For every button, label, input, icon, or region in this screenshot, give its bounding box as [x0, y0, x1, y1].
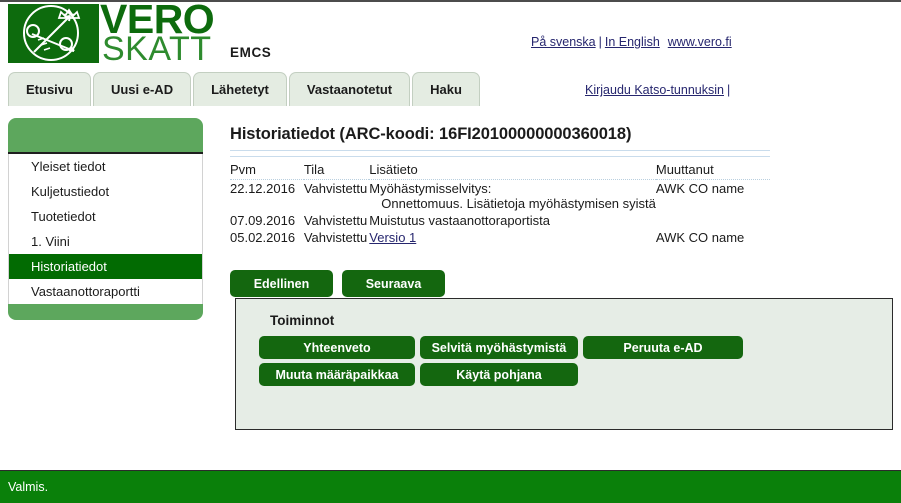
- sidebar-header-band: [8, 118, 203, 154]
- sidebar-item-yleiset-tiedot[interactable]: Yleiset tiedot: [9, 154, 202, 179]
- cell-pvm: 22.12.2016: [230, 181, 296, 196]
- column-header-lisatieto: Lisätieto: [369, 161, 656, 180]
- sidebar-item-vastaanottoraportti[interactable]: Vastaanottoraportti: [9, 279, 202, 304]
- next-button[interactable]: Seuraava: [342, 270, 445, 297]
- logo-wordmark: VERO SKATT: [100, 0, 235, 68]
- cell-tila: Vahvistettu: [303, 230, 368, 245]
- status-text: Valmis.: [8, 480, 49, 494]
- cell-muuttanut: [656, 212, 770, 229]
- kayta-pohjana-button[interactable]: Käytä pohjana: [420, 363, 578, 386]
- versio-1-link[interactable]: Versio 1: [369, 230, 416, 245]
- cell-muuttanut: AWK CO name: [655, 230, 745, 245]
- vero-fi-link[interactable]: www.vero.fi: [668, 35, 732, 49]
- column-header-muuttanut: Muuttanut: [655, 161, 770, 180]
- cell-pvm: 07.09.2016: [230, 213, 296, 228]
- main-content: Historiatiedot (ARC-koodi: 16FI201000000…: [230, 125, 895, 246]
- sidebar-footer-band: [8, 304, 203, 320]
- table-row: 05.02.2016 Vahvistettu Versio 1 AWK CO n…: [230, 229, 770, 246]
- sidebar-item-viini[interactable]: 1. Viini: [9, 229, 202, 254]
- katso-login-link[interactable]: Kirjaudu Katso-tunnuksin: [585, 83, 724, 97]
- sidebar-menu: Yleiset tiedot Kuljetustiedot Tuotetiedo…: [8, 154, 203, 304]
- sidebar-item-kuljetustiedot[interactable]: Kuljetustiedot: [9, 179, 202, 204]
- selvita-myohastymista-button[interactable]: Selvitä myöhästymistä: [420, 336, 578, 359]
- table-body: 22.12.2016 Vahvistettu Myöhästymisselvit…: [230, 180, 770, 247]
- actions-panel-title: Toiminnot: [270, 313, 335, 328]
- sidebar-item-tuotetiedot[interactable]: Tuotetiedot: [9, 204, 202, 229]
- cell-tila: Vahvistettu: [303, 181, 368, 196]
- swedish-link[interactable]: På svenska: [531, 35, 596, 49]
- table-row: 22.12.2016 Vahvistettu Myöhästymisselvit…: [230, 180, 770, 213]
- sidebar: Yleiset tiedot Kuljetustiedot Tuotetiedo…: [8, 118, 203, 320]
- emcs-page: VERO SKATT EMCS På svenska | In English www…: [0, 0, 901, 503]
- action-row-1: Yhteenveto Selvitä myöhästymistä Peruuta…: [259, 336, 748, 359]
- module-label: EMCS: [230, 45, 272, 60]
- vero-skatt-emblem: [8, 4, 99, 63]
- coat-of-arms-icon: [23, 5, 81, 61]
- tab-vastaanotetut[interactable]: Vastaanotetut: [288, 72, 411, 106]
- tab-haku[interactable]: Haku: [412, 72, 480, 106]
- action-row-2: Muuta määräpaikkaa Käytä pohjana: [259, 363, 748, 386]
- table-header-row: Pvm Tila Lisätieto Muuttanut: [230, 161, 770, 180]
- logo-skatt-text: SKATT: [102, 30, 212, 68]
- cell-muuttanut: AWK CO name: [655, 181, 745, 196]
- column-header-tila: Tila: [303, 161, 370, 180]
- tab-uusi-e-ad[interactable]: Uusi e-AD: [92, 72, 192, 106]
- login-separator: |: [726, 83, 731, 97]
- pagination-buttons: Edellinen Seuraava: [230, 270, 454, 297]
- muuta-maarapaikkaa-button[interactable]: Muuta määräpaikkaa: [259, 363, 415, 386]
- table-head: Pvm Tila Lisätieto Muuttanut: [230, 161, 770, 180]
- column-header-pvm: Pvm: [230, 161, 304, 180]
- title-divider: [230, 150, 770, 151]
- status-bar: Valmis.: [0, 470, 901, 503]
- english-link[interactable]: In English: [605, 35, 660, 49]
- yhteenveto-button[interactable]: Yhteenveto: [259, 336, 415, 359]
- action-buttons: Yhteenveto Selvitä myöhästymistä Peruuta…: [259, 336, 748, 390]
- table-top-divider: [230, 156, 770, 157]
- peruuta-e-ad-button[interactable]: Peruuta e-AD: [583, 336, 743, 359]
- previous-button[interactable]: Edellinen: [230, 270, 333, 297]
- lisatieto-line-1: Myöhästymisselvitys:: [369, 181, 492, 196]
- tab-lahetetyt[interactable]: Lähetetyt: [193, 72, 287, 106]
- sidebar-item-historiatiedot[interactable]: Historiatiedot: [9, 254, 202, 279]
- actions-panel: Toiminnot Yhteenveto Selvitä myöhästymis…: [235, 298, 893, 430]
- cell-lisatieto: Muistutus vastaanottoraportista: [369, 213, 550, 228]
- cell-lisatieto: Versio 1: [369, 229, 656, 246]
- cell-pvm: 05.02.2016: [230, 230, 296, 245]
- page-title: Historiatiedot (ARC-koodi: 16FI201000000…: [230, 125, 632, 143]
- cell-lisatieto: Myöhästymisselvitys: Onnettomuus. Lisäti…: [369, 180, 656, 213]
- header-links: På svenska | In English www.vero.fi: [531, 35, 732, 49]
- cell-tila: Vahvistettu: [303, 213, 368, 228]
- tab-etusivu[interactable]: Etusivu: [8, 72, 91, 106]
- lisatieto-line-2: Onnettomuus. Lisätietoja myöhästymisen s…: [381, 196, 656, 211]
- login-area: Kirjaudu Katso-tunnuksin |: [585, 83, 733, 97]
- table-row: 07.09.2016 Vahvistettu Muistutus vastaan…: [230, 212, 770, 229]
- history-table: Pvm Tila Lisätieto Muuttanut 22.12.2016 …: [230, 161, 770, 246]
- main-tab-bar: Etusivu Uusi e-AD Lähetetyt Vastaanotetu…: [8, 72, 482, 106]
- link-separator-1: |: [598, 35, 602, 49]
